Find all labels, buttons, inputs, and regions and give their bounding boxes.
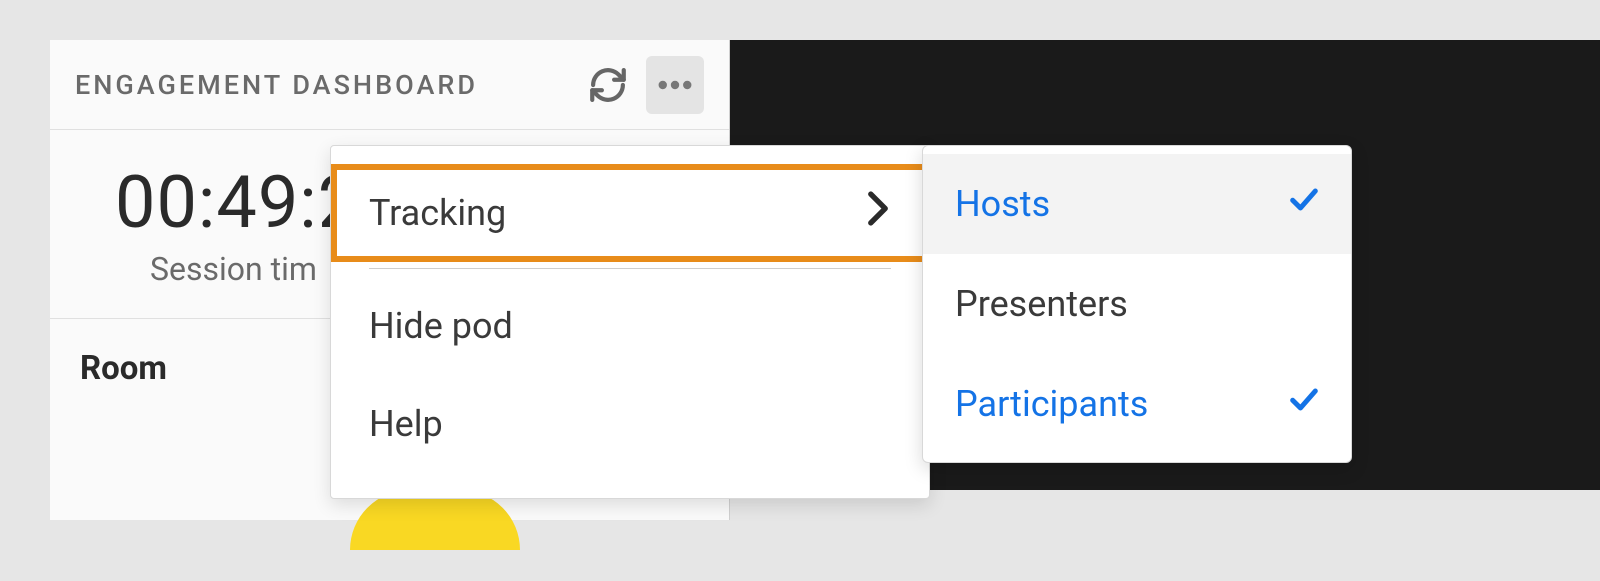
menu-item-label: Help [369,403,443,445]
submenu-item-hosts[interactable]: Hosts [923,154,1351,254]
menu-separator [369,268,891,269]
submenu-item-label: Hosts [955,183,1050,225]
pod-title: ENGAGEMENT DASHBOARD [75,69,478,101]
menu-item-help[interactable]: Help [331,375,929,473]
menu-item-hide-pod[interactable]: Hide pod [331,277,929,375]
check-icon [1287,383,1321,426]
submenu-item-presenters[interactable]: Presenters [923,254,1351,354]
chevron-right-icon [867,191,889,236]
submenu-item-participants[interactable]: Participants [923,354,1351,454]
tracking-submenu: Hosts Presenters Participants [922,145,1352,463]
pod-header: ENGAGEMENT DASHBOARD [50,40,729,130]
check-icon [1287,183,1321,226]
more-options-button[interactable] [646,56,704,114]
menu-item-label: Tracking [369,192,506,234]
refresh-icon [587,64,629,106]
submenu-item-label: Presenters [955,283,1128,325]
submenu-item-label: Participants [955,383,1148,425]
menu-item-label: Hide pod [369,305,513,347]
gauge-partial [350,490,520,550]
refresh-button[interactable] [579,56,637,114]
more-horizontal-icon [654,64,696,106]
pod-options-menu: Tracking Hide pod Help [330,145,930,499]
menu-item-tracking[interactable]: Tracking [331,164,929,262]
